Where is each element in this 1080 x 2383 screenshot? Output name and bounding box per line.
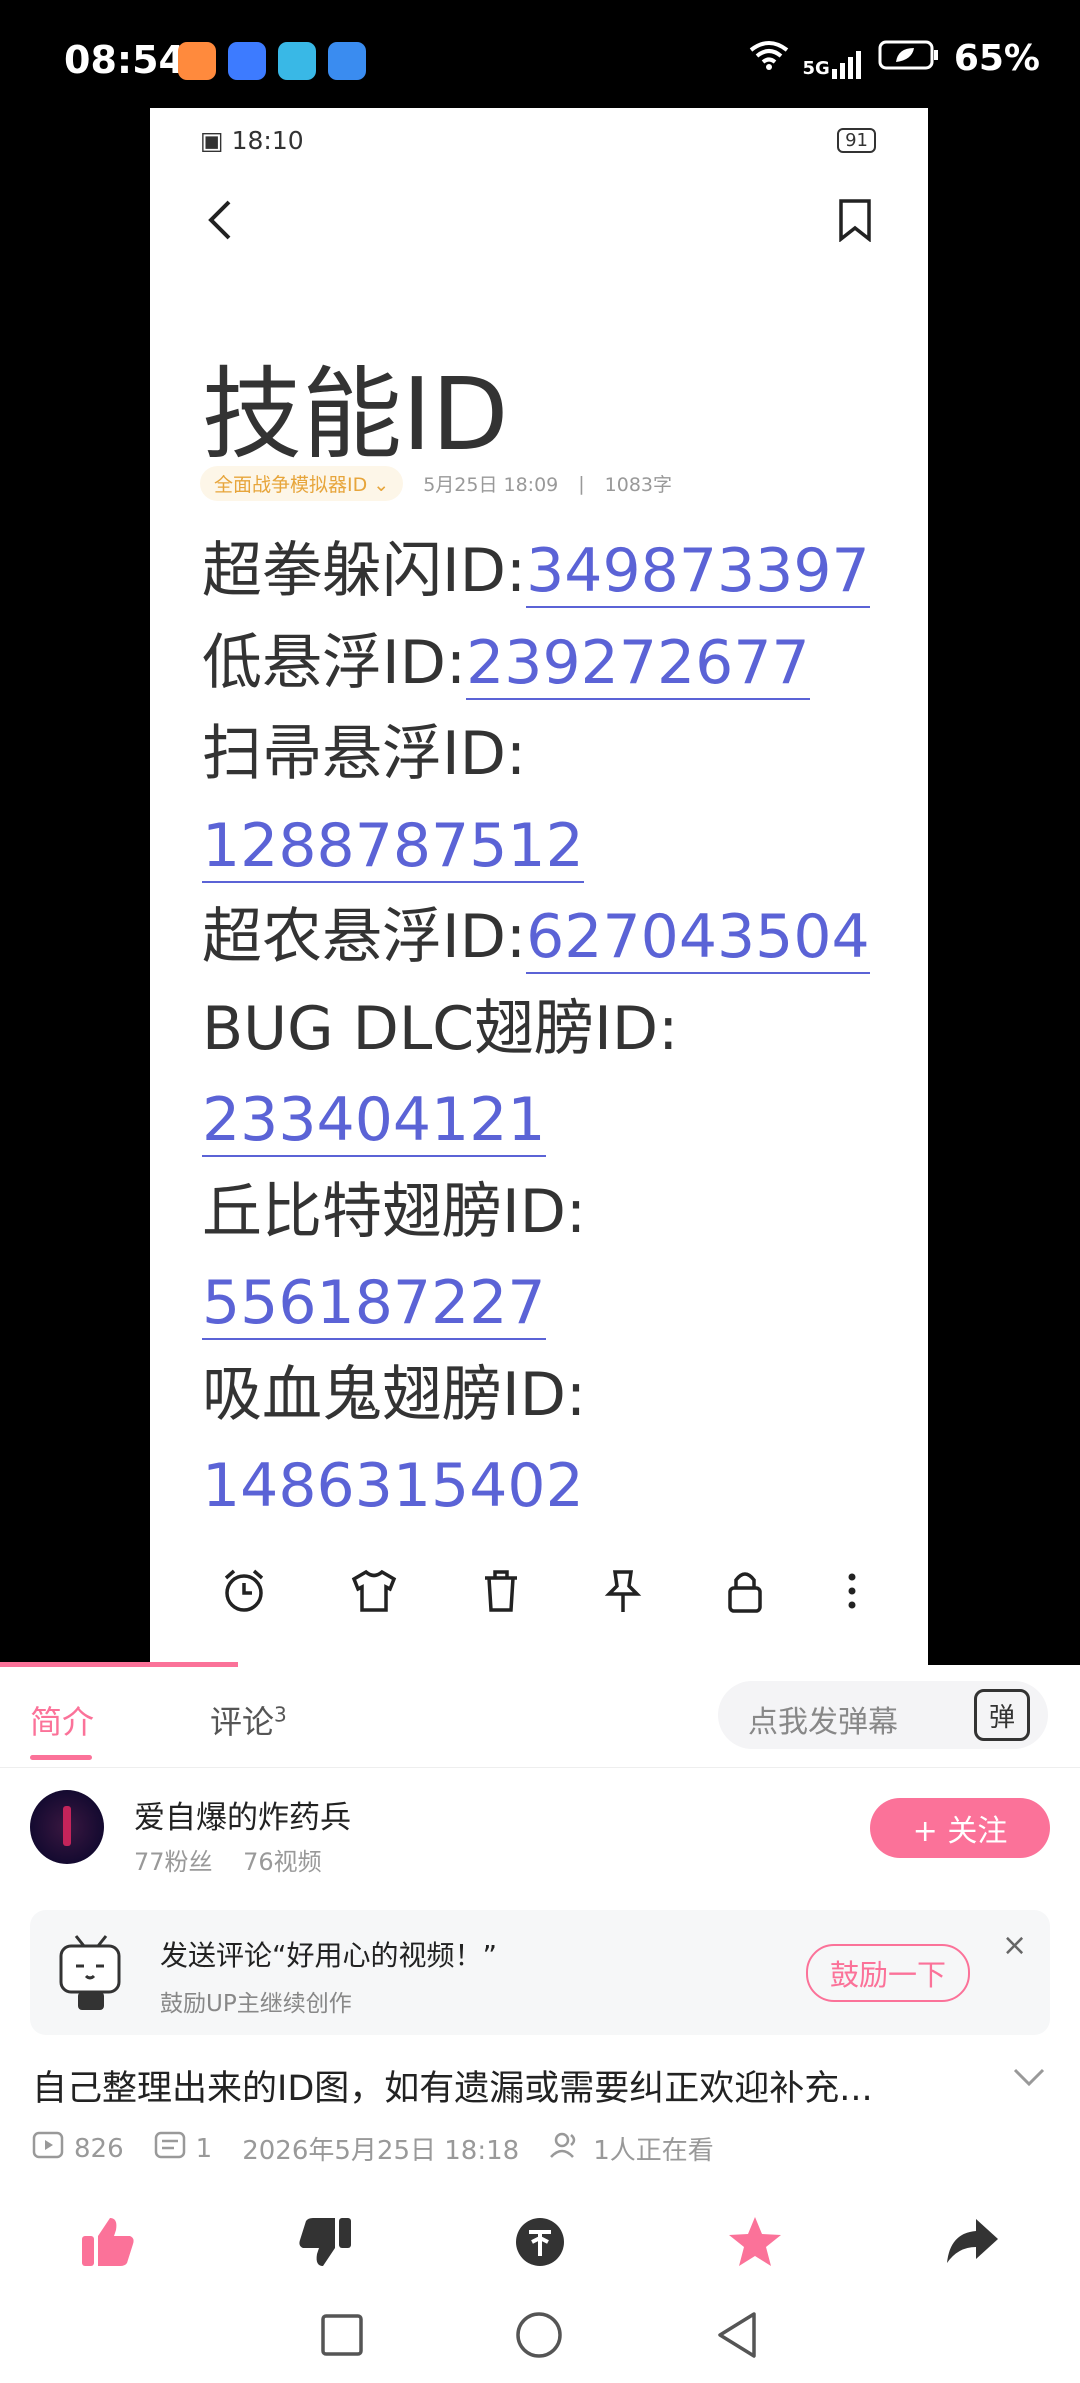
coin-icon[interactable]	[514, 2216, 566, 2272]
trash-icon	[481, 1568, 521, 1618]
id-link: 627043504	[526, 902, 870, 974]
like-icon[interactable]	[80, 2216, 136, 2272]
id-link: 349873397	[526, 536, 870, 608]
note-toolbar	[150, 1518, 928, 1665]
note-line: 556187227	[202, 1258, 922, 1350]
follow-button[interactable]: + 关注	[870, 1798, 1050, 1858]
status-time: 08:54	[64, 38, 185, 82]
id-link: 556187227	[202, 1268, 546, 1340]
id-link: 1288787512	[202, 810, 584, 883]
app-notification-icon	[278, 42, 316, 80]
back-triangle-icon[interactable]	[714, 2310, 760, 2364]
note-body: 超拳躲闪ID:349873397 低悬浮ID:239272677 扫帚悬浮ID:…	[202, 526, 922, 1533]
pin-icon	[603, 1568, 643, 1618]
note-meta: 全面战争模拟器ID ⌄ 5月25日 18:09 | 1083字	[200, 466, 672, 501]
lock-icon	[726, 1568, 764, 1618]
promo-title: 发送评论“好用心的视频！”	[160, 1939, 498, 1972]
app-notification-icon	[228, 42, 266, 80]
note-date: 5月25日 18:09	[423, 474, 559, 496]
watching-count: 1人正在看	[593, 2136, 714, 2166]
encourage-button[interactable]: 鼓励一下	[806, 1944, 970, 2002]
tab-intro[interactable]: 简介	[30, 1697, 94, 1743]
dislike-icon[interactable]	[297, 2216, 353, 2272]
app-notification-icon	[178, 42, 216, 80]
tab-comments[interactable]: 评论3	[210, 1697, 287, 1743]
id-link: 1486315402	[202, 1451, 584, 1523]
danmaku-count-icon	[154, 2131, 186, 2166]
separator: |	[578, 472, 585, 495]
status-right: 5G 65%	[749, 38, 1040, 79]
note-line: 超农悬浮ID:627043504	[202, 902, 870, 974]
note-line: 扫帚悬浮ID:	[202, 719, 527, 789]
avatar-figure	[63, 1806, 71, 1846]
uploader-stats: 77粉丝 76视频	[134, 1848, 322, 1876]
uploader-name[interactable]: 爱自爆的炸药兵	[134, 1792, 351, 1837]
tab-active-indicator	[30, 1755, 92, 1760]
danmaku-input[interactable]: 点我发弹幕 弹	[718, 1681, 1048, 1749]
id-link: 239272677	[466, 627, 810, 700]
screenshot-status-bar: ▣ 18:10	[200, 126, 304, 155]
note-line: 低悬浮ID:239272677	[202, 627, 810, 700]
action-bar	[0, 2200, 1080, 2288]
more-icon	[847, 1571, 857, 1615]
system-nav-bar	[0, 2290, 1080, 2383]
weather-icon	[328, 42, 366, 80]
battery-icon	[878, 38, 940, 79]
video-frame-notes-screenshot: ▣ 18:10 91 技能ID 全面战争模拟器ID ⌄ 5月25日 18:09 …	[150, 108, 928, 1665]
note-line: 丘比特翅膀ID:	[202, 1176, 587, 1247]
detail-tabs: 简介 评论3 点我发弹幕 弹	[0, 1667, 1080, 1768]
favorite-star-icon[interactable]	[727, 2215, 783, 2273]
play-count: 826	[74, 2133, 124, 2164]
note-word-count: 1083字	[604, 474, 673, 496]
play-count-icon	[32, 2131, 64, 2166]
note-title: 技能ID	[202, 356, 509, 473]
close-icon[interactable]: ×	[1002, 1928, 1027, 1963]
note-line: 233404121	[202, 1075, 922, 1167]
chevron-down-icon[interactable]	[1012, 2060, 1046, 2095]
danmaku-toggle-icon[interactable]: 弹	[974, 1689, 1030, 1741]
alarm-icon	[221, 1568, 267, 1618]
back-arrow-icon	[205, 198, 235, 246]
close-app-icon: ▣	[200, 126, 232, 155]
danmaku-count: 1	[195, 2133, 213, 2164]
note-line: BUG DLC翅膀ID:	[202, 993, 679, 1064]
note-line: 吸血鬼翅膀ID:	[202, 1359, 587, 1430]
battery-percent: 65%	[953, 38, 1040, 79]
home-circle-icon[interactable]	[514, 2310, 564, 2364]
video-title: 自己整理出来的ID图，如有遗漏或需要纠正欢迎补充...	[32, 2069, 873, 2109]
note-line: 超拳躲闪ID:349873397	[202, 536, 870, 608]
viewers-icon	[549, 2131, 583, 2166]
video-meta: 826 1 2026年5月25日 18:18 1人正在看	[32, 2130, 714, 2167]
note-line: 1288787512	[202, 801, 922, 893]
shirt-icon	[350, 1569, 398, 1617]
comment-encourage-card: 发送评论“好用心的视频！” 鼓励UP主继续创作 鼓励一下 ×	[30, 1910, 1050, 2035]
signal-icon: 5G	[803, 38, 864, 79]
id-link: 233404121	[202, 1085, 546, 1157]
publish-date: 2026年5月25日 18:18	[242, 2136, 520, 2166]
uploader-avatar[interactable]	[30, 1790, 104, 1864]
wifi-icon	[749, 40, 789, 78]
screenshot-battery: 91	[837, 128, 876, 153]
recents-square-icon[interactable]	[320, 2313, 364, 2361]
tv-mascot-icon	[56, 1932, 126, 2012]
share-icon[interactable]	[944, 2217, 1000, 2271]
note-category-tag: 全面战争模拟器ID ⌄	[200, 466, 404, 501]
promo-subtitle: 鼓励UP主继续创作	[160, 1991, 352, 2017]
bookmark-icon	[837, 198, 873, 246]
